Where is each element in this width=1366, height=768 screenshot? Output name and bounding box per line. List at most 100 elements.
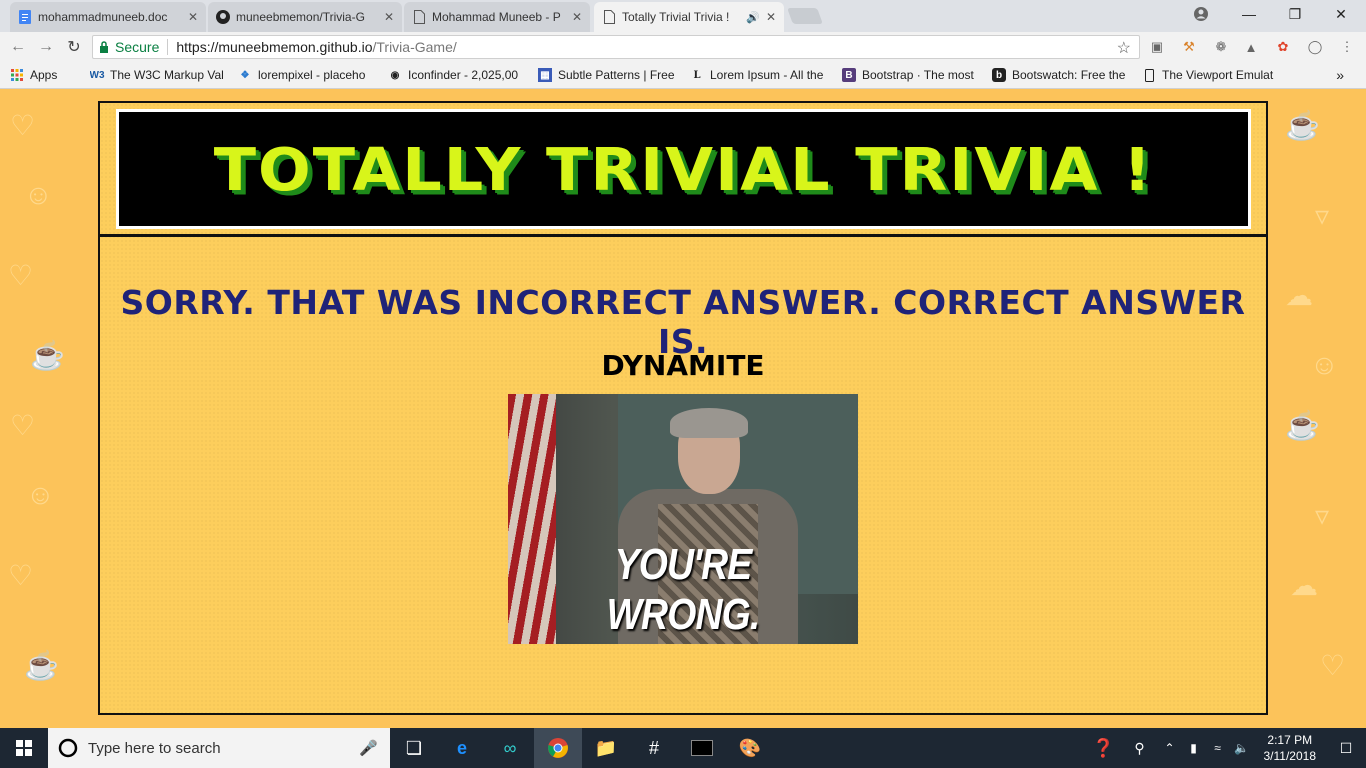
bookmark-label: Apps [30,68,58,82]
bookmark-w3c[interactable]: W3 The W3C Markup Val [90,68,228,82]
menu-icon[interactable]: ⋮ [1338,38,1356,56]
tab-portfolio[interactable]: Mohammad Muneeb - P ✕ [404,2,590,32]
page-icon [412,10,426,24]
chef-hat-decoration-icon: ☁ [1290,570,1318,601]
paint-icon[interactable]: 🎨 [726,728,774,768]
reload-icon[interactable]: ↻ [64,37,84,57]
forward-icon[interactable]: → [36,37,56,57]
bookmark-lorempixel[interactable]: ❖ lorempixel - placeho [238,68,378,82]
bookmarks-overflow-button[interactable]: » [1336,67,1344,83]
bookmark-bootswatch[interactable]: b Bootswatch: Free the [992,68,1132,82]
bookmark-label: Iconfinder - 2,025,00 [408,68,519,82]
title-banner: TOTALLY TRIVIAL TRIVIA ! [116,109,1251,229]
chrome-icon[interactable] [534,728,582,768]
clock[interactable]: 2:17 PM 3/11/2018 [1264,732,1317,764]
tab-label: Totally Trivial Trivia ! [622,10,730,24]
bookmark-apps[interactable]: Apps [10,68,80,82]
bookmark-label: Subtle Patterns | Free [558,68,675,82]
new-tab-button[interactable] [787,8,823,24]
wrong-answer-gif: YOU'RE WRONG. [508,394,858,644]
extension-hammer-icon[interactable]: ⚒ [1180,38,1198,56]
close-icon[interactable]: ✕ [188,10,198,24]
minimize-icon[interactable]: — [1226,0,1272,28]
bookmark-label: The W3C Markup Val [110,68,224,82]
cocktail-decoration-icon: ▿ [1315,500,1330,531]
url-path: /Trivia-Game/ [372,39,457,55]
close-icon[interactable]: ✕ [766,10,776,24]
address-bar[interactable]: Secure https://muneebmemon.github.io/Tri… [92,35,1140,59]
arduino-icon[interactable]: ∞ [486,728,534,768]
bookmark-lorem-ipsum[interactable]: L Lorem Ipsum - All the [690,68,832,82]
teapot-decoration-icon: ☕ [1285,410,1320,441]
tray-expand-icon[interactable]: ⌃ [1158,728,1182,768]
bootstrap-icon: B [842,68,856,82]
close-icon[interactable]: ✕ [572,10,582,24]
profile-icon[interactable] [1178,0,1224,28]
help-icon[interactable]: ❓ [1086,728,1122,768]
apps-grid-icon [10,68,24,82]
heart-decoration-icon: ♡ [8,260,34,291]
bookmark-subtle-patterns[interactable]: ▦ Subtle Patterns | Free [538,68,680,82]
tab-trivia[interactable]: Totally Trivial Trivia ! 🔊 ✕ [594,2,784,32]
teapot-decoration-icon: ☕ [1285,110,1320,141]
tab-github[interactable]: muneebmemon/Trivia-G ✕ [208,2,402,32]
iconfinder-icon: ◉ [390,69,400,81]
page-icon [602,10,616,24]
terminal-icon[interactable] [678,728,726,768]
restore-icon[interactable]: ❐ [1272,0,1318,28]
header-divider [100,234,1266,237]
back-icon[interactable]: ← [8,37,28,57]
extension-drive-icon[interactable]: ▲ [1242,38,1260,56]
tab-label: Mohammad Muneeb - P [432,10,561,24]
heart-decoration-icon: ♡ [8,560,34,591]
bookmark-viewport-emulator[interactable]: The Viewport Emulat [1142,68,1282,82]
bookmarks-bar: Apps W3 The W3C Markup Val ❖ lorempixel - … [0,62,1366,89]
extension-bug-icon[interactable]: ❁ [1212,38,1230,56]
page-title: TOTALLY TRIVIAL TRIVIA ! [213,134,1154,204]
speaker-icon: 🔊 [746,11,760,24]
extension-colorpicker-icon[interactable]: ✿ [1274,38,1292,56]
windows-start-icon[interactable] [0,728,48,768]
bookmark-star-icon[interactable]: ☆ [1117,38,1131,58]
page-viewport: ♡ ☺ ♡ ☕ ♡ ☺ ♡ ☕ ☕ ▿ ☁ ☺ ☕ ▿ ☁ ♡ TOTALLY … [0,89,1366,728]
tab-strip: mohammadmuneeb.doc ✕ muneebmemon/Trivia-… [0,0,1366,32]
edge-icon[interactable]: e [438,728,486,768]
lorem-ipsum-icon: L [693,69,701,81]
cocktail-decoration-icon: ▿ [1315,200,1330,231]
slack-icon[interactable]: # [630,728,678,768]
lorempixel-icon: ❖ [240,69,250,81]
file-explorer-icon[interactable]: 📁 [582,728,630,768]
tab-docs[interactable]: mohammadmuneeb.doc ✕ [10,2,206,32]
windows-taskbar: Type here to search 🎤 ❏ e ∞ 📁 # 🎨 ❓ ⚲ ⌃ … [0,728,1366,768]
window-close-icon[interactable]: ✕ [1318,0,1364,28]
phone-icon [1142,68,1156,82]
heart-decoration-icon: ♡ [10,110,36,141]
microphone-icon[interactable]: 🎤 [359,739,378,757]
cortana-icon [58,738,78,758]
task-view-icon[interactable]: ❏ [390,728,438,768]
people-icon[interactable]: ⚲ [1122,728,1158,768]
heart-decoration-icon: ♡ [1320,650,1346,681]
docs-icon [18,10,32,24]
extension-circle-icon[interactable]: ◯ [1306,38,1324,56]
food-decoration-icon: ☕ [24,650,59,681]
lock-icon [100,41,108,53]
subtle-patterns-icon: ▦ [538,68,552,82]
volume-icon[interactable]: 🔈 [1230,728,1254,768]
search-placeholder: Type here to search [88,739,221,757]
notifications-icon[interactable]: ☐ [1326,728,1366,768]
wifi-icon[interactable]: ≈ [1206,728,1230,768]
bookmark-label: lorempixel - placeho [258,68,366,82]
bookmark-label: The Viewport Emulat [1162,68,1274,82]
smiley-decoration-icon: ☺ [24,179,53,210]
extension-camera-icon[interactable]: ▣ [1148,38,1166,56]
close-icon[interactable]: ✕ [384,10,394,24]
bookmark-iconfinder[interactable]: ◉ Iconfinder - 2,025,00 [388,68,528,82]
secure-indicator[interactable]: Secure [93,39,159,55]
clock-date: 3/11/2018 [1263,749,1317,763]
man-hair [670,408,748,438]
gif-caption: YOU'RE WRONG. [606,540,761,639]
battery-icon[interactable]: ▮ [1182,728,1206,768]
bookmark-bootstrap[interactable]: B Bootstrap · The most [842,68,982,82]
taskbar-search-box[interactable]: Type here to search 🎤 [48,728,390,768]
